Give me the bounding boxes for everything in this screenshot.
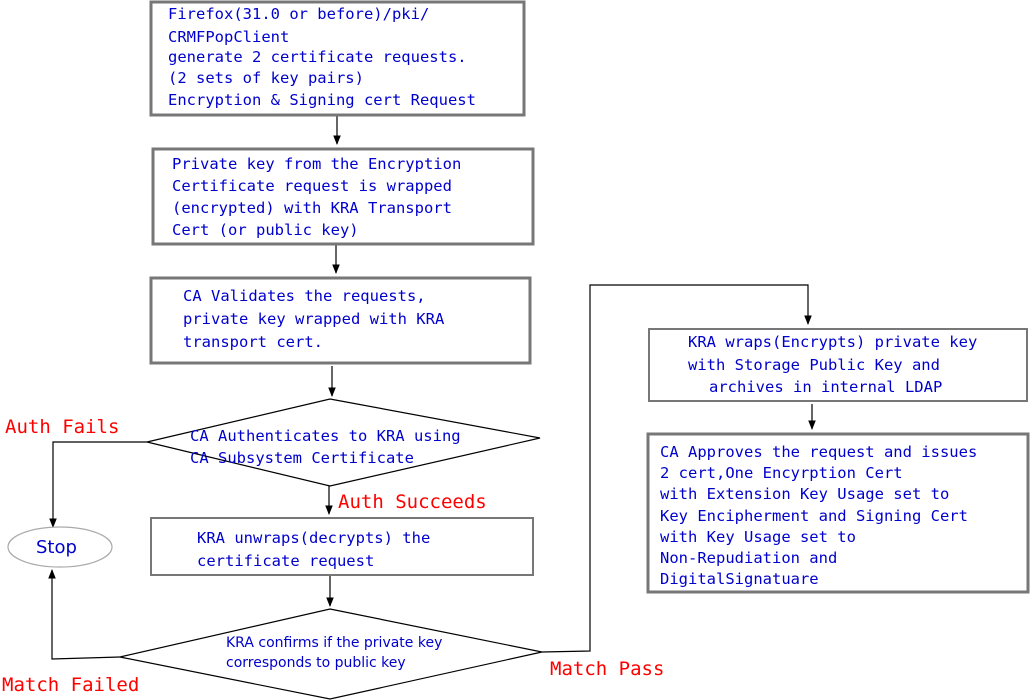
node-text-line: corresponds to public key [226,655,406,671]
arrow-auth-fail-to-stop [49,441,147,528]
node-text-line: archives in internal LDAP [709,378,942,396]
node-text-line: transport cert. [183,333,323,351]
node-text-line: Non-Repudiation and [660,549,837,567]
node-text-line: generate 2 certificate requests. [168,48,467,66]
node-text-line: KRA wraps(Encrypts) private key [688,333,977,351]
node-text-line: CRMFPopClient [168,28,289,46]
node-text-line: CA Validates the requests, [183,287,426,305]
node-wrap-private-key: Private key from the Encryption Certific… [151,147,535,246]
decision-kra-confirms: KRA confirms if the private key correspo… [119,608,543,700]
node-ca-validates: CA Validates the requests, private key w… [149,276,532,365]
node-text-line: 2 cert,One Encyrption Cert [660,464,903,482]
node-text-line: certificate request [197,552,374,570]
edge-label-auth-succeeds: Auth Succeeds [338,491,487,513]
node-text-line: Cert (or public key) [172,221,359,239]
arrow-match-fail-to-stop [48,569,121,660]
node-text-line: with Storage Public Key and [688,356,940,374]
node-text-line: Firefox(31.0 or before)/pki/ [168,5,429,23]
node-text-line: with Extension Key Usage set to [660,485,949,503]
node-text-line: Private key from the Encryption [172,155,461,173]
node-text-line: private key wrapped with KRA [183,310,445,328]
node-text-line: CA Authenticates to KRA using [190,427,461,445]
node-stop-label: Stop [36,537,77,558]
decision-ca-authenticates: CA Authenticates to KRA using CA Subsyst… [146,398,541,487]
node-client-request: Firefox(31.0 or before)/pki/ CRMFPopClie… [149,0,526,117]
node-text-line: CA Subsystem Certificate [190,449,414,467]
node-text-line: KRA confirms if the private key [226,635,442,651]
edge-label-match-pass: Match Pass [550,658,664,680]
decision-kra-confirms-shape [119,608,543,700]
node-stop: Stop [7,526,113,568]
node-text-line: Encryption & Signing cert Request [168,91,476,109]
node-text-line: KRA unwraps(decrypts) the [197,529,430,547]
node-ca-issues: CA Approves the request and issues 2 cer… [646,432,1030,594]
edge-label-auth-fails: Auth Fails [5,416,119,438]
node-text-line: (2 sets of key pairs) [168,69,364,87]
node-text-line: Certificate request is wrapped [172,177,452,195]
node-text-line: Firefox(31.0 or before)/pki/ CRMFPopClie… [168,5,476,109]
node-kra-unwraps: KRA unwraps(decrypts) the certificate re… [150,517,534,576]
node-text-line: Key Encipherment and Signing Cert [660,507,968,525]
node-text-line: (encrypted) with KRA Transport [172,199,452,217]
node-text-line: with Key Usage set to [660,528,856,546]
flowchart: Firefox(31.0 or before)/pki/ CRMFPopClie… [2,0,1030,700]
node-text-line: KRA wraps(Encrypts) private key with Sto… [688,333,987,396]
edge-label-match-failed: Match Failed [2,674,139,696]
node-text-line: CA Approves the request and issues [660,443,977,461]
node-kra-archives: KRA wraps(Encrypts) private key with Sto… [648,328,1028,402]
node-text-line: DigitalSignatuare [660,570,819,588]
